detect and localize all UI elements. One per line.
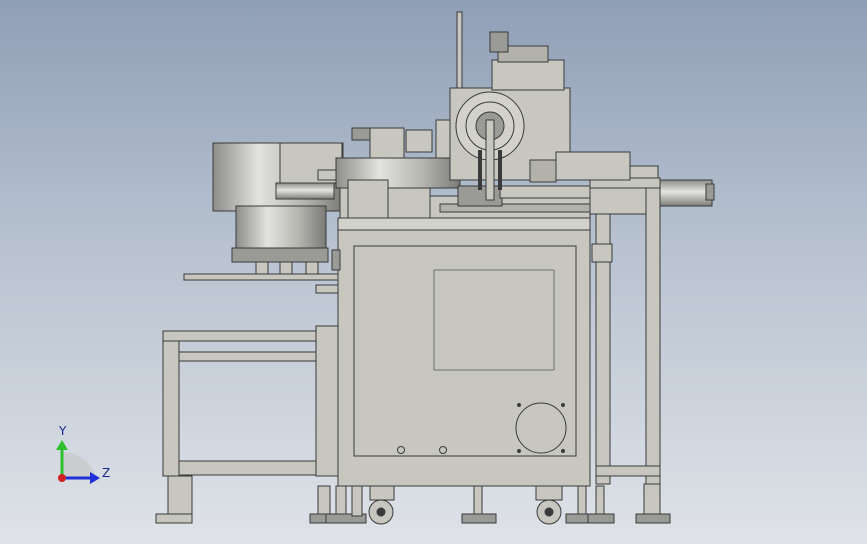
left-support-frame xyxy=(155,325,344,524)
z-axis-label: Z xyxy=(102,466,111,480)
y-axis-label: Y xyxy=(59,424,67,438)
coordinate-triad xyxy=(56,440,100,484)
main-cabinet xyxy=(331,217,591,487)
casters-and-feet xyxy=(309,483,671,525)
machine-model xyxy=(56,11,715,525)
cad-viewport[interactable]: Y Z xyxy=(0,0,867,544)
vibratory-bowl-feeder xyxy=(183,142,349,294)
right-frame xyxy=(589,177,661,485)
